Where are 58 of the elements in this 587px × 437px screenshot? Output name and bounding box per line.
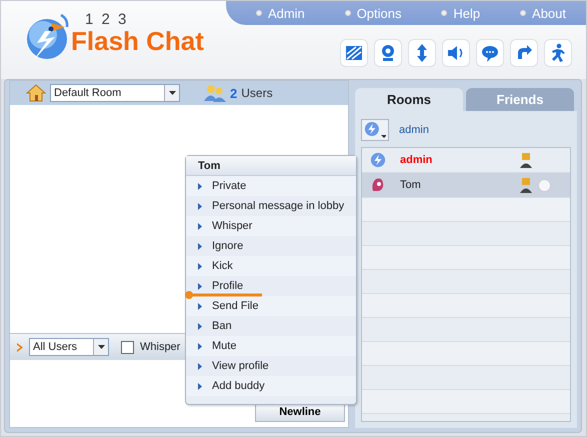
recipient-dropdown[interactable]: All Users [29,338,109,356]
triangle-icon [198,362,202,370]
whisper-label: Whisper [140,341,180,353]
triangle-icon [198,202,202,210]
menu-item[interactable]: Profile [186,276,356,296]
user-name: Tom [400,179,422,191]
menu-title: Tom [186,156,356,176]
user-name: admin [400,154,434,166]
creature-avatar-icon [370,177,386,193]
menu-item[interactable]: Kick [186,256,356,276]
menu-item[interactable]: Add buddy [186,376,356,396]
menu-item[interactable]: Mute [186,336,356,356]
chevron-icon [17,342,23,352]
triangle-icon [198,222,202,230]
sound-tool-button[interactable] [442,39,470,67]
triangle-icon [198,182,202,190]
triangle-icon [198,342,202,350]
menu-item[interactable]: Personal message in lobby [186,196,356,216]
users-icon [204,84,226,102]
caret-icon [380,135,386,138]
person-status-icon [520,152,532,168]
triangle-icon [198,382,202,390]
caret-icon [98,345,104,349]
user-count: 2 [230,86,238,100]
lightning-avatar-icon [370,152,386,168]
resize-tool-button[interactable] [408,39,436,67]
whisper-checkbox[interactable] [121,340,134,354]
menu-item[interactable]: Private [186,176,356,196]
redo-tool-button[interactable] [510,39,538,67]
triangle-icon [198,282,202,290]
logo-title: Flash Chat [71,27,204,55]
lightning-avatar-icon [364,120,380,138]
screen-icon [344,43,364,63]
menu-item[interactable]: Send File [186,296,356,316]
screen-tool-button[interactable] [340,39,368,67]
current-user-name: admin [399,124,429,136]
house-icon [26,83,46,103]
caret-icon [168,91,176,95]
person-status-icon [520,177,532,193]
webcam-tool-button[interactable] [374,39,402,67]
menu-item[interactable]: Whisper [186,216,356,236]
tab[interactable]: Rooms [355,88,463,111]
room-dropdown[interactable]: Default Room [50,84,180,102]
users-label: Users [241,86,273,100]
status-button[interactable] [361,119,389,141]
triangle-icon [198,322,202,330]
menu-item[interactable]: Ban [186,316,356,336]
bubble-tool-button[interactable] [476,39,504,67]
triangle-icon [198,262,202,270]
face-status-icon [538,178,551,192]
user-row[interactable]: Tom [362,173,570,198]
run-tool-button[interactable] [544,39,572,67]
bubble-icon [480,43,500,63]
menu-item[interactable]: Ignore [186,236,356,256]
menu-item[interactable]: View profile [186,356,356,376]
triangle-icon [198,242,202,250]
logo-number: 1 2 3 [85,13,130,27]
triangle-icon [198,302,202,310]
